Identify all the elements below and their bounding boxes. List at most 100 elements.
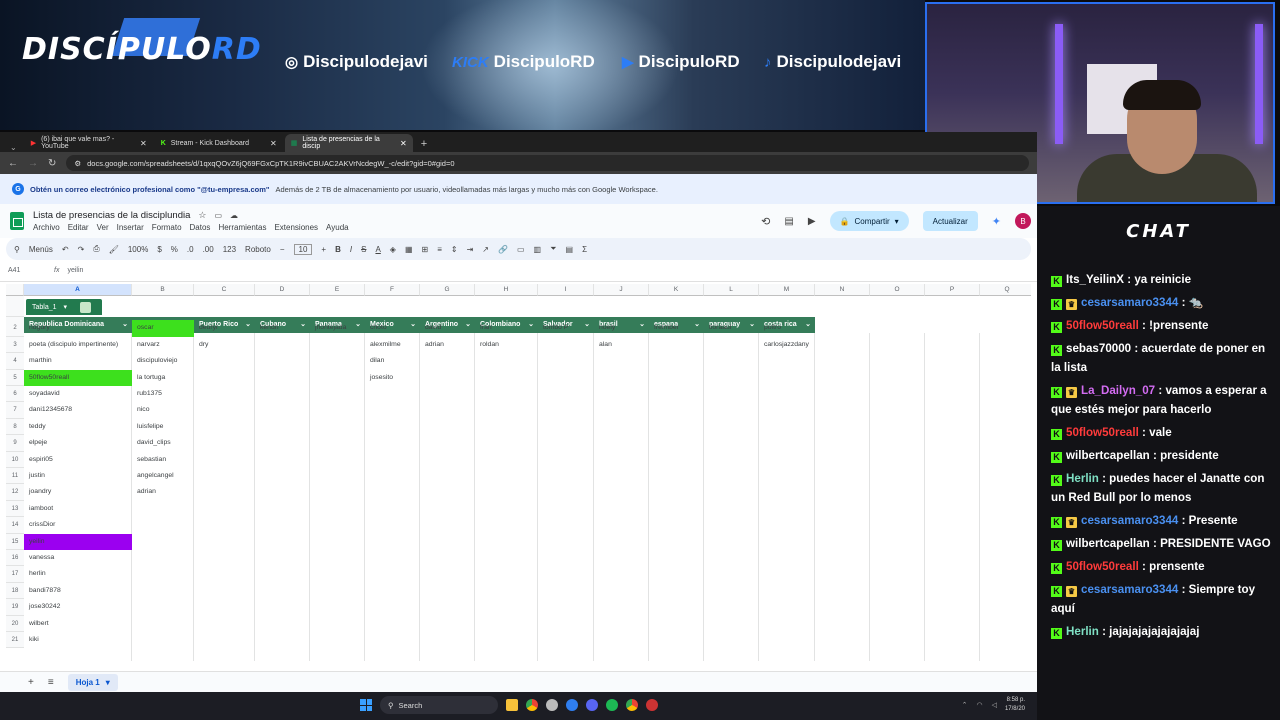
row-header-8[interactable]: 8 <box>6 418 24 436</box>
wifi-icon[interactable]: ◠ <box>977 701 983 709</box>
chevron-up-icon[interactable]: ⌃ <box>962 701 968 709</box>
menu-ver[interactable]: Ver <box>97 223 109 232</box>
row-header-18[interactable]: 18 <box>6 582 24 600</box>
url-input[interactable]: ⚙ docs.google.com/spreadsheets/d/1qxqQOvZ… <box>66 155 1029 171</box>
star-icon[interactable]: ☆ <box>198 210 206 221</box>
column-header-k[interactable]: K <box>649 284 704 296</box>
column-header-f[interactable]: F <box>365 284 420 296</box>
column-header-q[interactable]: Q <box>980 284 1031 296</box>
row-header-6[interactable]: 6 <box>6 386 24 403</box>
table-cell[interactable]: deuryi <box>194 320 255 336</box>
row-header-15[interactable]: 15 <box>6 533 24 550</box>
strikethrough-icon[interactable]: S <box>361 245 366 254</box>
sheet-tab[interactable]: Hoja 1 ▾ <box>67 673 118 691</box>
column-header-h[interactable]: H <box>475 284 538 296</box>
file-explorer-icon[interactable] <box>506 699 518 711</box>
new-tab-button[interactable]: + <box>415 138 433 152</box>
menu-ayuda[interactable]: Ayuda <box>326 223 349 232</box>
table-icon[interactable] <box>80 301 92 313</box>
table-cell[interactable]: wilbert <box>24 616 132 632</box>
name-box[interactable]: A41 <box>8 267 54 274</box>
promo-link[interactable]: Obtén un correo electrónico profesional … <box>30 185 269 194</box>
table-cell[interactable]: marthin <box>24 353 132 369</box>
chat-username[interactable]: sebas70000 <box>1066 342 1131 355</box>
update-button[interactable]: Actualizar <box>922 211 978 231</box>
table-cell[interactable]: alan <box>594 337 649 353</box>
reload-icon[interactable]: ↻ <box>48 158 56 169</box>
column-header-i[interactable]: I <box>538 284 594 296</box>
chat-username[interactable]: Its_YeilinX <box>1066 273 1124 286</box>
table-cell[interactable]: josesito <box>365 370 420 386</box>
menu-extensiones[interactable]: Extensiones <box>274 223 318 232</box>
table-cell[interactable]: poeta (discipulo impertinente) <box>24 337 132 353</box>
volume-icon[interactable]: ◁ <box>992 701 997 709</box>
row-header-9[interactable]: 9 <box>6 435 24 452</box>
row-header-7[interactable]: 7 <box>6 402 24 419</box>
column-header-c[interactable]: C <box>194 284 255 296</box>
column-header-m[interactable]: M <box>759 284 815 296</box>
chevron-down-icon[interactable]: ▾ <box>895 217 899 226</box>
table-cell[interactable]: kendri <box>255 320 310 336</box>
table-cell[interactable]: vanessa <box>24 550 132 566</box>
font-select[interactable]: Roboto <box>245 245 271 254</box>
wrap-icon[interactable]: ⇥ <box>467 245 474 254</box>
link-icon[interactable]: 🔗 <box>498 245 508 254</box>
windows-start-icon[interactable] <box>360 699 372 711</box>
zoom-select[interactable]: 100% <box>128 245 148 254</box>
percent-button[interactable]: % <box>171 245 178 254</box>
table-name-chip[interactable]: Tabla_1 ▾ <box>26 299 102 315</box>
discord-icon[interactable] <box>586 699 598 711</box>
table-cell[interactable]: tioraaul <box>704 320 759 336</box>
chevron-down-icon[interactable]: ▾ <box>64 303 68 311</box>
font-size-input[interactable]: 10 <box>293 243 313 255</box>
row-header-14[interactable]: 14 <box>6 517 24 534</box>
chat-username[interactable]: wilbertcapellan <box>1066 537 1150 550</box>
chat-username[interactable]: cesarsamaro3344 <box>1081 583 1178 596</box>
table-cell[interactable]: justin <box>24 468 132 484</box>
chat-username[interactable]: 50flow50reall <box>1066 560 1139 573</box>
column-header-n[interactable]: N <box>815 284 870 296</box>
row-header-4[interactable]: 4 <box>6 353 24 370</box>
bold-icon[interactable]: B <box>335 245 341 254</box>
search-icon[interactable]: ⚲ <box>14 245 20 254</box>
row-header-16[interactable]: 16 <box>6 550 24 567</box>
table-cell[interactable]: joandry <box>24 484 132 500</box>
table-cell[interactable]: adrian <box>132 484 194 500</box>
row-header-3[interactable]: 3 <box>6 336 24 354</box>
meet-icon[interactable]: ▶ <box>808 216 816 227</box>
row-header-20[interactable]: 20 <box>6 615 24 632</box>
table-cell[interactable]: freimber <box>649 320 704 336</box>
menu-editar[interactable]: Editar <box>68 223 89 232</box>
filter-icon[interactable]: ⏷ <box>550 244 556 254</box>
table-cell[interactable]: poltro <box>759 320 815 336</box>
table-cell[interactable]: dilan <box>365 353 420 369</box>
table-cell[interactable]: david <box>420 320 475 336</box>
table-cell[interactable]: david_clips <box>132 435 194 451</box>
table-cell[interactable]: luisfelipe <box>132 419 194 435</box>
print-icon[interactable]: ⎙ <box>93 244 99 254</box>
table-cell[interactable]: teddy <box>24 419 132 435</box>
table-cell[interactable]: elpeje <box>24 435 132 451</box>
app-icon[interactable] <box>646 699 658 711</box>
close-tab-icon[interactable]: ✕ <box>140 139 147 148</box>
redo-icon[interactable]: ↷ <box>78 245 85 254</box>
table-cell[interactable]: noely <box>594 320 649 336</box>
table-cell[interactable]: fran <box>475 320 538 336</box>
decrease-decimals-button[interactable]: .0 <box>187 245 194 254</box>
menu-formato[interactable]: Formato <box>152 223 182 232</box>
chart-icon[interactable]: ▥ <box>534 245 542 254</box>
menu-archivo[interactable]: Archivo <box>33 223 60 232</box>
row-header-11[interactable]: 11 <box>6 468 24 485</box>
rotate-icon[interactable]: ↗ <box>482 245 489 254</box>
comments-icon[interactable]: ▤ <box>784 216 793 227</box>
increase-decimals-button[interactable]: .00 <box>203 245 214 254</box>
back-icon[interactable]: ← <box>8 158 18 169</box>
formula-input[interactable]: yeilin <box>67 267 83 274</box>
spotify-icon[interactable] <box>606 699 618 711</box>
table-cell[interactable]: bandi7878 <box>24 583 132 599</box>
chrome-icon[interactable] <box>626 699 638 711</box>
table-cell[interactable]: carlosjazzdany <box>759 337 815 353</box>
avatar[interactable]: B <box>1015 213 1031 229</box>
table-cell[interactable]: discipuloviejo <box>132 353 194 369</box>
increase-font-size-icon[interactable]: + <box>321 245 326 254</box>
